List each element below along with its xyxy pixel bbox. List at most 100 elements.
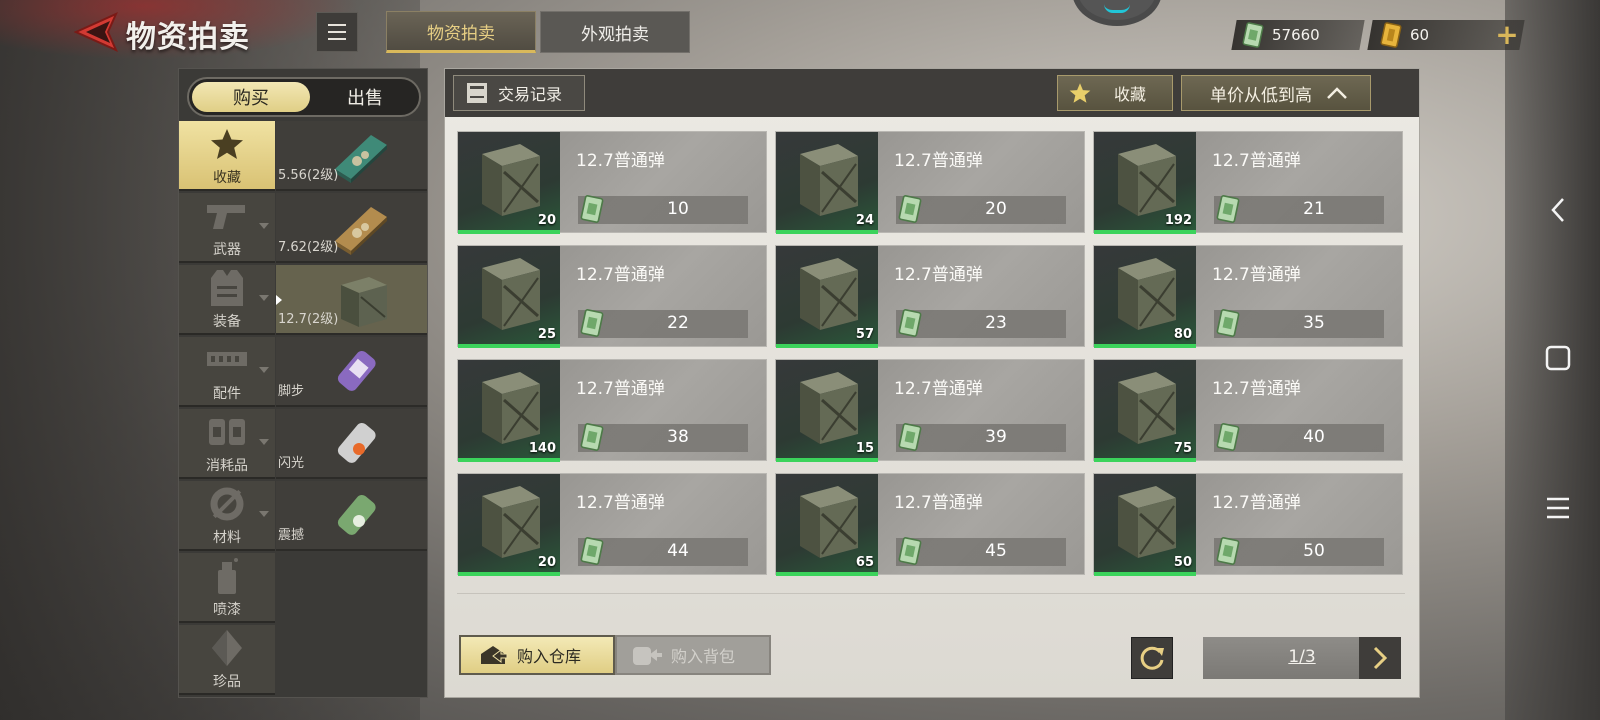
item-price: 45 [985,541,1007,561]
menu-icon [328,24,346,26]
item-thumbnail: 50 [1094,474,1196,576]
item-price: 21 [1303,199,1325,219]
refresh-button[interactable] [1131,637,1173,679]
gold-amount: 60 [1410,26,1430,44]
item-thumbnail: 25 [458,246,560,348]
records-icon [467,83,487,103]
buy-to-backpack-button[interactable]: 购入背包 [615,635,771,675]
bandage-icon [209,419,245,445]
plus-icon: + [1495,18,1519,51]
subitem-label: 闪光 [278,456,305,471]
listing-card[interactable]: 50 12.7普通弹 50 [1093,473,1403,576]
item-price: 39 [985,427,1007,447]
item-quantity: 192 [1164,213,1192,228]
item-thumbnail: 57 [776,246,878,348]
category-equipment[interactable]: 装备 [179,265,275,335]
item-name: 12.7普通弹 [894,379,983,399]
category-label: 配件 [213,386,241,402]
sort-button[interactable]: 单价从低到高 [1181,75,1371,111]
category-favorites[interactable]: 收藏 [179,121,275,191]
category-consumables[interactable]: 消耗品 [179,409,275,479]
price-field: 39 [896,423,1066,452]
listing-card[interactable]: 57 12.7普通弹 23 [775,245,1085,348]
subitem-label: 12.7(2级) [278,312,339,327]
listing-card[interactable]: 25 12.7普通弹 22 [457,245,767,348]
refresh-icon [1140,646,1164,670]
buy-to-warehouse-button[interactable]: 购入仓库 [459,635,615,675]
item-thumbnail: 20 [458,132,560,234]
cash-icon [580,537,604,565]
subitem-flash[interactable]: 闪光 [276,409,427,479]
listing-card[interactable]: 20 12.7普通弹 10 [457,131,767,234]
item-price: 20 [985,199,1007,219]
category-materials[interactable]: 材料 [179,481,275,551]
trade-records-button[interactable]: 交易记录 [453,75,585,111]
buy-sell-toggle: 购买 出售 [187,77,421,117]
cash-icon [898,423,922,451]
back-arrow-icon[interactable] [74,12,118,52]
price-field: 40 [1214,423,1384,452]
favorite-filter-button[interactable]: 收藏 [1057,75,1173,111]
chevron-down-icon [259,439,269,445]
category-label: 珍品 [213,674,241,690]
tab-appearance-auction[interactable]: 外观拍卖 [540,11,690,53]
subitem-762[interactable]: 7.62(2级) [276,193,427,263]
item-quantity: 24 [855,213,874,228]
cash-icon [1216,309,1240,337]
chevron-down-icon [259,511,269,517]
subitem-label: 脚步 [278,384,305,399]
cash-icon [898,537,922,565]
listing-card[interactable]: 140 12.7普通弹 38 [457,359,767,462]
grenade-green-icon [337,494,376,535]
system-back-button[interactable] [1540,192,1576,228]
subitem-127[interactable]: 12.7(2级) [276,265,427,335]
listing-card[interactable]: 65 12.7普通弹 45 [775,473,1085,576]
item-price: 35 [1303,313,1325,333]
wrench-gear-icon [210,487,244,521]
pagination: 1/3 [1203,637,1401,679]
category-label: 消耗品 [206,458,248,474]
chevron-up-icon [1327,87,1347,99]
tab-material-auction[interactable]: 物资拍卖 [386,11,536,53]
listing-card[interactable]: 15 12.7普通弹 39 [775,359,1085,462]
listing-card[interactable]: 20 12.7普通弹 44 [457,473,767,576]
price-field: 44 [578,537,748,566]
item-price: 10 [667,199,689,219]
next-page-button[interactable] [1359,637,1401,679]
backpack-icon [633,647,662,665]
chevron-down-icon [259,295,269,301]
item-quantity: 65 [855,555,874,570]
listing-card[interactable]: 192 12.7普通弹 21 [1093,131,1403,234]
subitem-556[interactable]: 5.56(2级) [276,121,427,191]
subitem-footstep[interactable]: 脚步 [276,337,427,407]
item-quantity: 15 [855,441,874,456]
cash-icon [580,423,604,451]
category-panel: 购买 出售 收藏 武器 装备 配件 消耗品 材料 喷漆 珍品 5.56(2级) … [178,68,428,698]
chevron-down-icon [259,223,269,229]
listing-card[interactable]: 80 12.7普通弹 35 [1093,245,1403,348]
category-spray[interactable]: 喷漆 [179,553,275,623]
star-icon [211,129,243,159]
category-attachments[interactable]: 配件 [179,337,275,407]
subitem-label: 震撼 [278,528,305,543]
category-weapons[interactable]: 武器 [179,193,275,263]
system-home-button[interactable] [1540,340,1576,376]
price-field: 50 [1214,537,1384,566]
chevron-left-icon [1551,198,1564,222]
category-rare[interactable]: 珍品 [179,625,275,695]
menu-button[interactable] [316,12,358,52]
system-recents-button[interactable] [1540,490,1576,526]
add-currency-button[interactable]: + [1492,21,1522,49]
item-name: 12.7普通弹 [1212,379,1301,399]
category-label: 收藏 [213,170,241,186]
attachment-icon [207,352,247,366]
pistol-icon [207,205,245,229]
sell-toggle[interactable]: 出售 [315,82,415,112]
listing-card[interactable]: 75 12.7普通弹 40 [1093,359,1403,462]
buy-toggle[interactable]: 购买 [192,82,310,112]
subitem-stun[interactable]: 震撼 [276,481,427,551]
cash-icon [898,309,922,337]
listing-card[interactable]: 24 12.7普通弹 20 [775,131,1085,234]
ammo-box-tan-icon [335,207,387,255]
item-quantity: 25 [537,327,556,342]
